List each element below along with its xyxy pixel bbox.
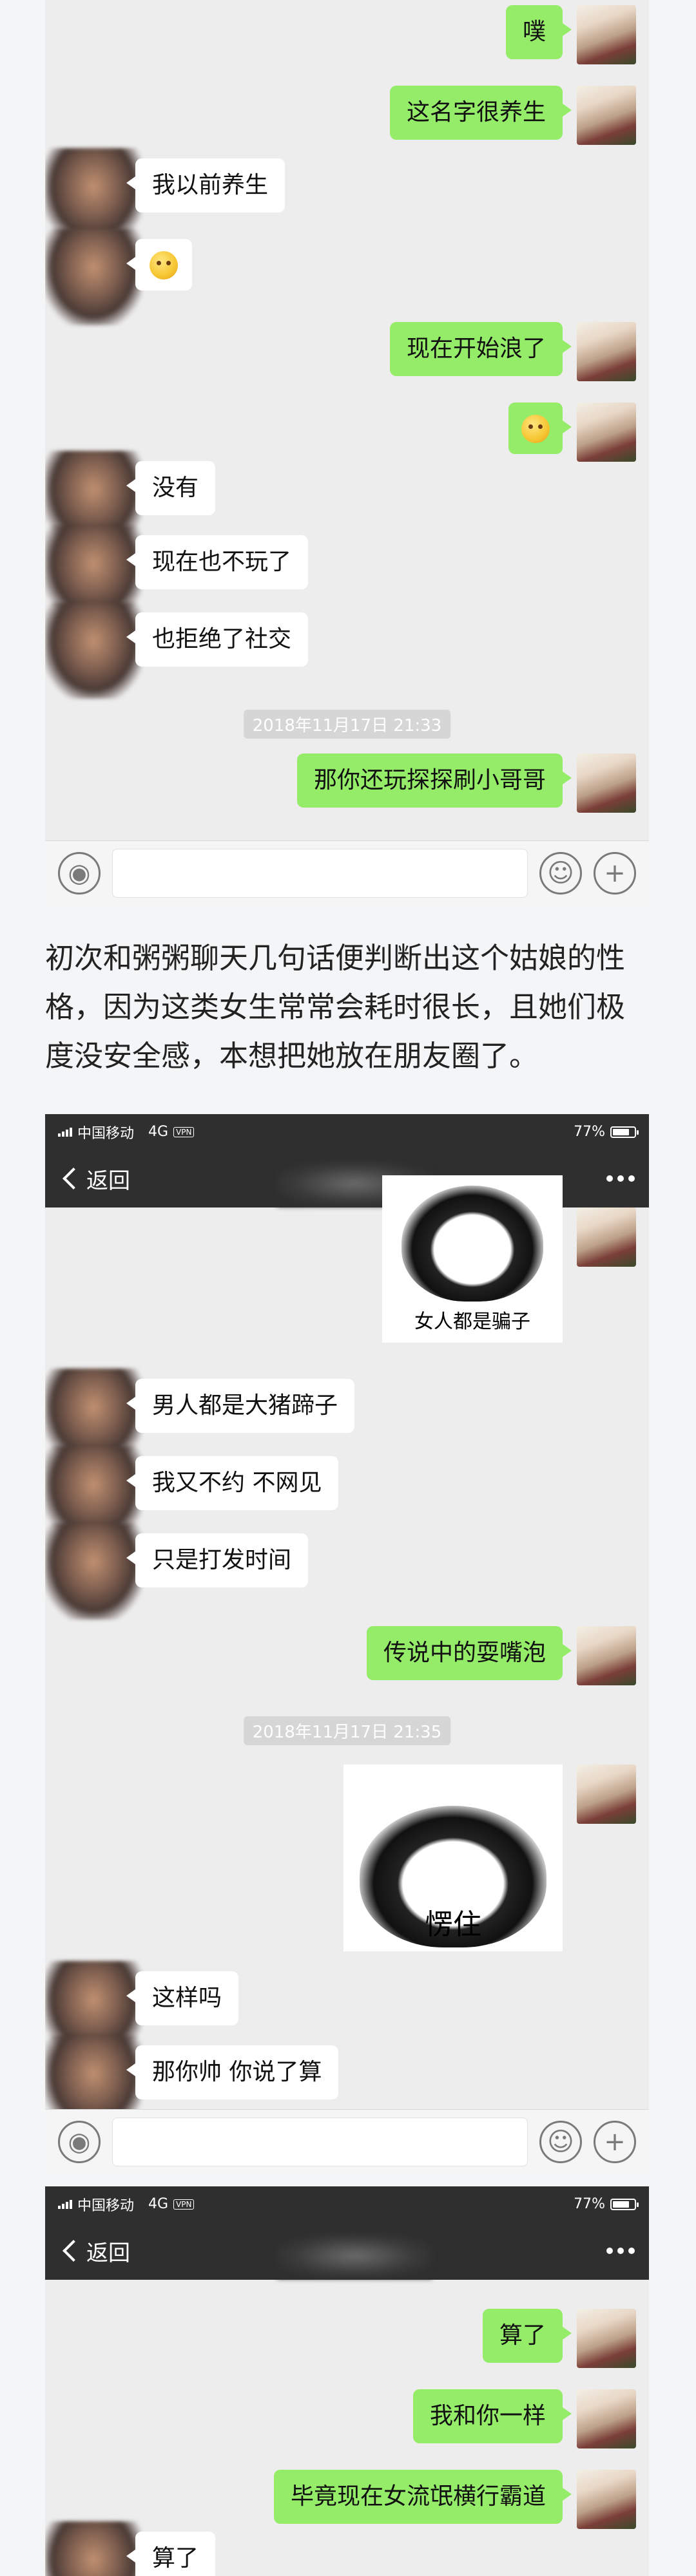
panda-sticker[interactable]: 愣住 <box>343 1765 563 1951</box>
article-paragraph: 初次和粥粥聊天几句话便判断出这个姑娘的性格，因为这类女生常常会耗时很长，且她们极… <box>45 941 626 1073</box>
message-sent: 算了 <box>482 2309 636 2368</box>
carrier-name: 中国移动 <box>77 1125 135 1142</box>
message-bubble[interactable]: 我以前养生 <box>126 158 285 213</box>
chat-screen-1: 噗 这名字很养生 我以前养生 现在开始浪了 没有 现在也不玩了 也拒绝了社交 2… <box>45 0 649 905</box>
my-avatar[interactable] <box>577 1626 636 1685</box>
crying-emoji-icon <box>150 251 178 279</box>
voice-icon[interactable]: ◉ <box>58 851 101 895</box>
message-bubble[interactable]: 算了 <box>126 2532 216 2576</box>
my-avatar[interactable] <box>577 322 636 381</box>
carrier-name: 中国移动 <box>77 2197 135 2214</box>
back-button[interactable]: 返回 <box>59 1163 130 1195</box>
my-avatar[interactable] <box>577 2389 636 2448</box>
my-avatar[interactable] <box>577 753 636 813</box>
chat-input-bar: ◉ ☺ + <box>45 2109 649 2174</box>
emoji-icon[interactable]: ☺ <box>539 2120 582 2163</box>
message-input[interactable] <box>112 848 528 898</box>
message-bubble[interactable]: 这名字很养生 <box>389 86 572 140</box>
more-options-icon[interactable] <box>606 1175 635 1182</box>
message-bubble[interactable]: 只是打发时间 <box>126 1533 309 1587</box>
contact-avatar-blurred[interactable] <box>45 2521 142 2576</box>
back-label: 返回 <box>86 1168 130 1194</box>
my-avatar[interactable] <box>577 1765 636 1824</box>
message-input[interactable] <box>112 2117 528 2166</box>
emoji-icon[interactable]: ☺ <box>539 851 582 895</box>
redacted-contact-name <box>277 2233 432 2278</box>
message-sent: 愣住 <box>343 1765 636 1951</box>
chat-timestamp: 2018年11月17日 21:33 <box>243 710 451 739</box>
panda-sticker[interactable]: 女人都是骗子 <box>382 1175 563 1343</box>
network-type: 4G <box>148 1124 169 1140</box>
message-received: 只是打发时间 <box>45 1523 309 1620</box>
vpn-badge: VPN <box>173 2199 195 2210</box>
battery-percent: 77% <box>574 1124 605 1140</box>
message-sent <box>508 402 636 462</box>
signal-icon <box>58 1127 72 1137</box>
status-bar: 中国移动 4G VPN 77% <box>45 1114 649 1150</box>
message-received: 也拒绝了社交 <box>45 602 309 699</box>
signal-icon <box>58 2199 72 2209</box>
message-bubble[interactable]: 没有 <box>126 461 216 515</box>
my-avatar[interactable] <box>577 5 636 64</box>
message-bubble[interactable]: 这样吗 <box>126 1971 239 2025</box>
message-bubble[interactable]: 现在开始浪了 <box>389 322 572 376</box>
chevron-left-icon <box>63 1168 84 1189</box>
message-bubble[interactable]: 我又不约 不网见 <box>126 1456 339 1510</box>
message-sent: 女人都是骗子 <box>382 1175 636 1343</box>
contact-avatar-blurred[interactable] <box>45 1523 142 1620</box>
sticker-caption: 女人都是骗子 <box>414 1311 530 1333</box>
battery-icon <box>610 2198 639 2210</box>
my-avatar[interactable] <box>577 1208 636 1267</box>
message-bubble[interactable]: 传说中的耍嘴泡 <box>366 1626 572 1680</box>
chat-screen-3: 中国移动 4G VPN 77% 返回 算了 我和你一样 毕竟现在女流氓横行霸道 … <box>45 2186 649 2576</box>
message-sent: 毕竟现在女流氓横行霸道 <box>273 2470 636 2529</box>
message-bubble[interactable]: 那你帅 你说了算 <box>126 2045 339 2099</box>
message-bubble[interactable]: 那你还玩探探刷小哥哥 <box>296 753 572 808</box>
back-label: 返回 <box>86 2240 130 2266</box>
plus-icon[interactable]: + <box>594 2120 636 2163</box>
message-bubble[interactable]: 男人都是大猪蹄子 <box>126 1379 355 1433</box>
contact-avatar-blurred[interactable] <box>45 229 142 325</box>
flushed-emoji-icon <box>521 415 550 443</box>
chat-screen-2: 中国移动 4G VPN 77% 返回 女人都是骗子 男人都是大猪蹄子 我又不约 … <box>45 1114 649 2174</box>
message-bubble[interactable]: 噗 <box>505 5 572 59</box>
message-received <box>45 229 192 325</box>
my-avatar[interactable] <box>577 2470 636 2529</box>
message-bubble[interactable]: 也拒绝了社交 <box>126 612 309 667</box>
navigation-bar: 返回 <box>45 2222 649 2280</box>
message-bubble[interactable]: 我和你一样 <box>412 2389 572 2443</box>
my-avatar[interactable] <box>577 2309 636 2368</box>
chat-input-bar: ◉ ☺ + <box>45 840 649 905</box>
panda-face-image <box>401 1186 543 1302</box>
message-sent: 传说中的耍嘴泡 <box>366 1626 636 1685</box>
vpn-badge: VPN <box>173 1126 195 1137</box>
contact-avatar-blurred[interactable] <box>45 602 142 699</box>
chevron-left-icon <box>63 2240 84 2262</box>
message-sent: 我和你一样 <box>412 2389 636 2448</box>
battery-percent: 77% <box>574 2196 605 2212</box>
message-sent: 现在开始浪了 <box>389 322 636 381</box>
my-avatar[interactable] <box>577 402 636 462</box>
message-sent: 噗 <box>505 5 636 64</box>
network-type: 4G <box>148 2196 169 2212</box>
message-bubble[interactable]: 毕竟现在女流氓横行霸道 <box>273 2470 572 2524</box>
my-avatar[interactable] <box>577 86 636 145</box>
battery-icon <box>610 1126 639 1138</box>
back-button[interactable]: 返回 <box>59 2235 130 2267</box>
status-bar: 中国移动 4G VPN 77% <box>45 2186 649 2222</box>
plus-icon[interactable]: + <box>594 851 636 895</box>
sticker-caption: 愣住 <box>425 1908 481 1941</box>
message-received: 算了 <box>45 2521 216 2576</box>
message-sent: 那你还玩探探刷小哥哥 <box>296 753 636 813</box>
battery-fill <box>613 1128 629 1135</box>
chat-timestamp: 2018年11月17日 21:35 <box>243 1716 451 1745</box>
voice-icon[interactable]: ◉ <box>58 2120 101 2163</box>
emoji-message-bubble[interactable] <box>508 402 572 454</box>
battery-fill <box>613 2201 629 2208</box>
message-bubble[interactable]: 算了 <box>482 2309 572 2363</box>
more-options-icon[interactable] <box>606 2248 635 2254</box>
message-bubble[interactable]: 现在也不玩了 <box>126 535 309 589</box>
message-sent: 这名字很养生 <box>389 86 636 145</box>
emoji-message-bubble[interactable] <box>126 239 192 290</box>
